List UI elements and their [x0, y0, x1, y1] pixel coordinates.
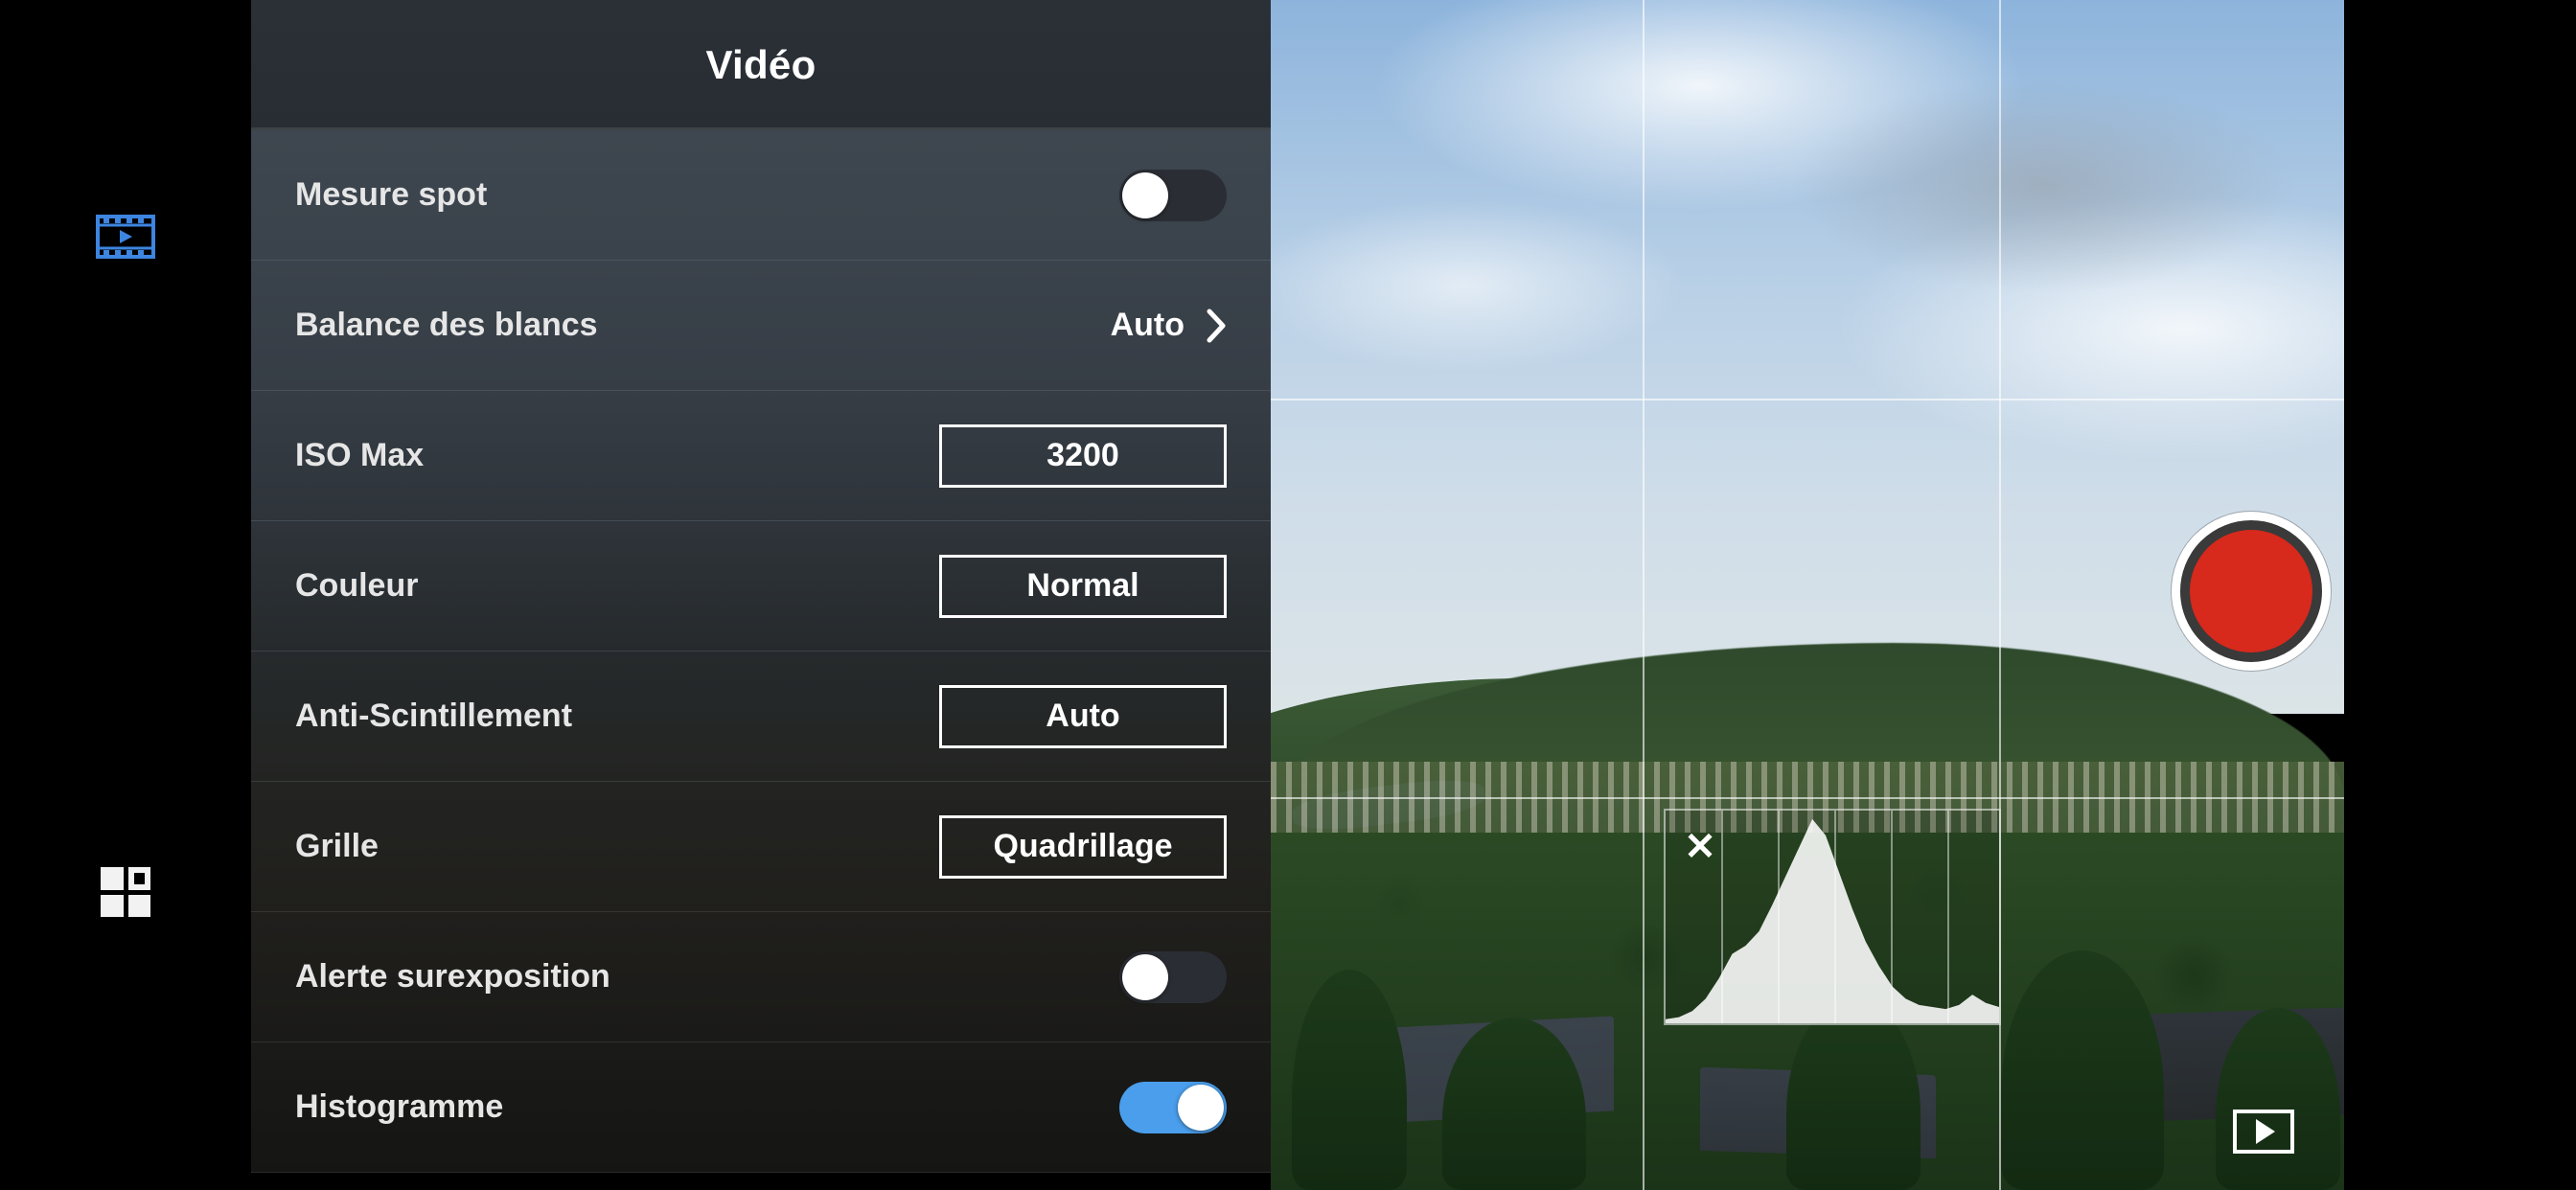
chevron-right-icon — [1207, 309, 1226, 342]
grid-line-horizontal — [1271, 399, 2344, 400]
sidebar-item-video-mode[interactable] — [96, 215, 155, 263]
grid-cell — [101, 867, 124, 890]
value-button-couleur[interactable]: Normal — [939, 554, 1227, 618]
grid-layout-icon — [101, 867, 150, 917]
play-triangle-icon — [2256, 1119, 2275, 1144]
mode-rail: Photo Vidéo Vidéo HDR Ralenti Timelapse — [2344, 0, 2576, 1190]
setting-value: Auto — [1046, 698, 1120, 734]
record-dot-icon — [2190, 530, 2312, 652]
setting-value: Auto — [1110, 307, 1184, 343]
value-button-iso-max[interactable]: 3200 — [939, 423, 1227, 488]
toggle-knob — [1178, 1084, 1224, 1131]
setting-row-iso-max[interactable]: ISO Max 3200 — [251, 391, 1271, 521]
grid-cell — [127, 894, 150, 917]
setting-row-mesure-spot[interactable]: Mesure spot — [251, 130, 1271, 261]
setting-label: Mesure spot — [295, 176, 488, 213]
value-button-grille[interactable]: Quadrillage — [939, 814, 1227, 879]
sidebar-item-grid-layout[interactable] — [101, 867, 150, 917]
panel-header: Vidéo — [251, 0, 1271, 130]
left-icon-rail — [0, 0, 251, 1190]
setting-row-anti-scintillement[interactable]: Anti-Scintillement Auto — [251, 652, 1271, 782]
film-strip-icon — [96, 215, 155, 259]
setting-value: Quadrillage — [993, 828, 1173, 864]
setting-label: Grille — [295, 828, 379, 864]
histogram-close-icon[interactable]: ✕ — [1673, 820, 1727, 874]
setting-row-alerte-surexposition[interactable]: Alerte surexposition — [251, 912, 1271, 1042]
grid-line-horizontal — [1271, 797, 2344, 799]
setting-label: Balance des blancs — [295, 307, 598, 343]
setting-row-grille[interactable]: Grille Quadrillage — [251, 782, 1271, 912]
page-title: Vidéo — [705, 42, 816, 87]
settings-list: Mesure spot Balance des blancs Auto ISO … — [251, 130, 1271, 1173]
setting-label: Couleur — [295, 567, 419, 604]
setting-value: 3200 — [1046, 437, 1119, 473]
play-preview-button[interactable] — [2233, 1110, 2294, 1154]
setting-label: ISO Max — [295, 437, 425, 473]
setting-row-couleur[interactable]: Couleur Normal — [251, 521, 1271, 652]
toggle-histogramme[interactable] — [1119, 1081, 1227, 1133]
setting-label: Alerte surexposition — [295, 958, 610, 995]
record-button[interactable] — [2172, 512, 2331, 671]
grid-cell — [101, 894, 124, 917]
video-settings-panel: Vidéo Mesure spot Balance des blancs Aut… — [251, 0, 1271, 1190]
camera-app-screen: ✕ Vidéo Mesure spot Balance des blancs A… — [0, 0, 2576, 1190]
grid-line-vertical — [1643, 0, 1644, 1190]
value-button-anti-scintillement[interactable]: Auto — [939, 684, 1227, 748]
setting-label: Histogramme — [295, 1088, 504, 1125]
setting-value: Normal — [1026, 567, 1139, 604]
toggle-knob — [1122, 953, 1168, 1000]
toggle-alerte-surexposition[interactable] — [1119, 950, 1227, 1003]
toggle-knob — [1122, 172, 1168, 218]
grid-cell-hollow — [127, 867, 150, 890]
setting-row-balance-des-blancs[interactable]: Balance des blancs Auto — [251, 261, 1271, 391]
setting-label: Anti-Scintillement — [295, 698, 573, 734]
setting-row-histogramme[interactable]: Histogramme — [251, 1042, 1271, 1173]
toggle-mesure-spot[interactable] — [1119, 169, 1227, 221]
